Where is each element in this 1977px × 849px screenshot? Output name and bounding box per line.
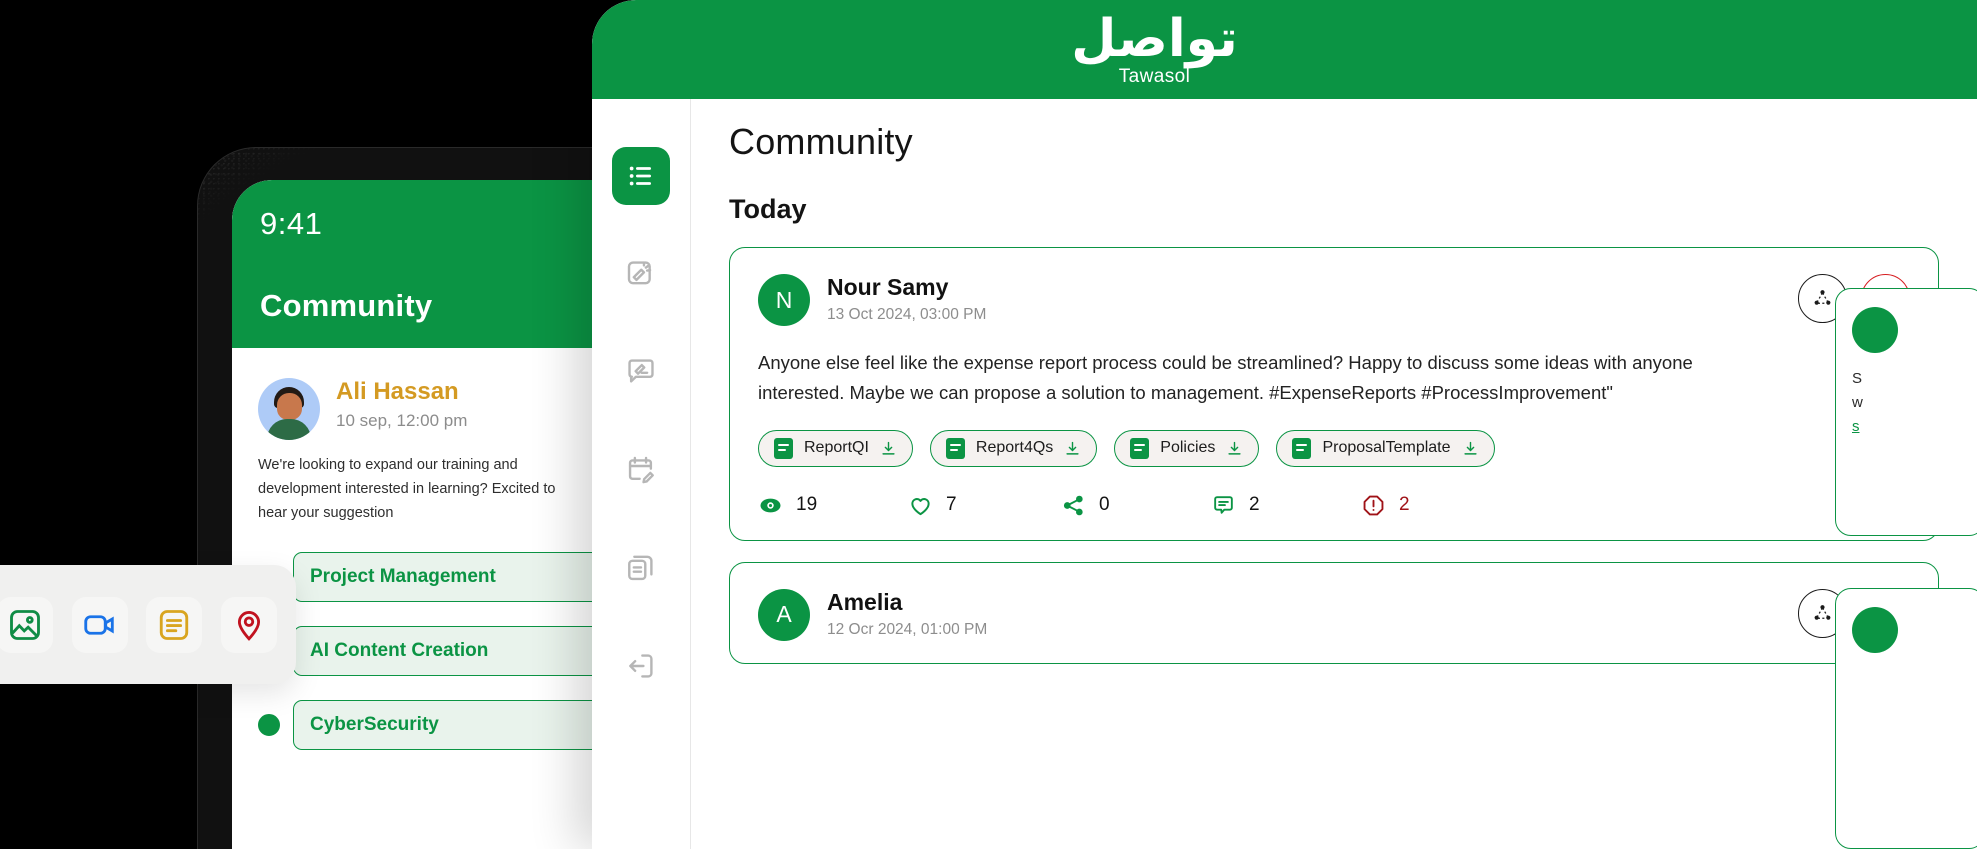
comment-edit-icon: [628, 359, 654, 383]
sidebar-item-announcements[interactable]: [612, 245, 670, 303]
location-pin-icon[interactable]: [221, 596, 278, 653]
share-icon: [1063, 495, 1083, 516]
sidebar-item-logout[interactable]: [612, 637, 670, 695]
screenshot-root: 9:41 Community Ali Hassan 10 sep, 12:00 …: [0, 0, 1977, 849]
calendar-edit-icon: [628, 456, 654, 484]
stat-value: 19: [796, 494, 818, 516]
attachment-label: ProposalTemplate: [1322, 439, 1451, 457]
brand-latin-name: Tawasol: [1118, 66, 1191, 87]
eye-icon: [760, 498, 781, 513]
brand-logo: تواصل Tawasol: [1071, 13, 1238, 86]
post-timestamp: 13 Oct 2024, 03:00 PM: [827, 306, 987, 324]
radio-button-selected[interactable]: [258, 713, 280, 736]
desktop-app-window: تواصل Tawasol Community Today N Nour Sam…: [592, 0, 1977, 849]
peek-card: S w s: [1835, 288, 1977, 536]
attachment-chip[interactable]: Policies: [1114, 429, 1260, 467]
stat-value: 7: [946, 494, 957, 516]
image-icon[interactable]: [0, 596, 53, 653]
peek-line-1: S: [1852, 370, 1863, 387]
avatar: [1852, 307, 1898, 353]
sidebar-item-documents[interactable]: [612, 539, 670, 597]
peek-line-2: w: [1852, 394, 1863, 411]
attachment-chip[interactable]: ProposalTemplate: [1276, 429, 1495, 467]
stat-comments[interactable]: 2: [1211, 493, 1361, 518]
phone-post-author: Ali Hassan: [336, 378, 459, 405]
attachment-chip[interactable]: ReportQI: [758, 429, 913, 467]
sidebar-item-feed[interactable]: [612, 147, 670, 205]
app-header: تواصل Tawasol: [592, 0, 1977, 99]
post-body-text: Anyone else feel like the expense report…: [758, 352, 1693, 403]
stat-shares[interactable]: 0: [1061, 493, 1211, 518]
stat-reports[interactable]: 2: [1361, 493, 1410, 518]
video-camera-icon[interactable]: [71, 596, 128, 653]
post-header: N Nour Samy 13 Oct 2024, 03:00 PM: [758, 274, 1910, 326]
document-icon: [1130, 437, 1150, 459]
document-icon: [1292, 437, 1312, 459]
avatar: A: [758, 588, 810, 641]
media-attachment-toolbar[interactable]: [0, 565, 296, 684]
post-author: Amelia: [827, 588, 903, 615]
peek-card: [1835, 588, 1977, 849]
download-icon[interactable]: [1462, 440, 1479, 457]
brand-arabic-wordmark: تواصل: [1071, 9, 1238, 69]
section-heading-today: Today: [729, 194, 807, 224]
stat-likes[interactable]: 7: [908, 493, 1061, 518]
post-author: Nour Samy: [827, 274, 949, 300]
post-stats: 19 7 0 2 2: [758, 493, 1910, 518]
document-icon: [945, 437, 965, 459]
download-icon[interactable]: [1226, 440, 1243, 457]
post-header: A Amelia 12 Ocr 2024, 01:00 PM: [758, 588, 1910, 641]
stat-value: 2: [1249, 494, 1260, 516]
announcement-card-icon: [627, 261, 652, 285]
post-attachments: ReportQI Report4Qs Policies ProposalTemp…: [758, 429, 1910, 467]
stat-value: 2: [1399, 494, 1410, 516]
main-content: Community Today N Nour Samy 13 Oct 2024,…: [691, 99, 1977, 849]
peek-card-text: S w s: [1852, 367, 1968, 439]
documents-icon: [628, 555, 653, 581]
comment-icon: [1214, 496, 1233, 514]
report-alert-icon: [1363, 495, 1384, 516]
post-timestamp: 12 Ocr 2024, 01:00 PM: [827, 621, 988, 639]
stat-value: 0: [1099, 494, 1110, 516]
page-title: Community: [729, 121, 913, 162]
attachment-chip[interactable]: Report4Qs: [929, 429, 1098, 467]
phone-post-text: We're looking to expand our training and…: [258, 457, 556, 521]
document-icon: [774, 437, 793, 459]
avatar: [1852, 607, 1898, 653]
attachment-label: ReportQI: [804, 439, 869, 457]
download-icon[interactable]: [1064, 440, 1081, 457]
sidebar-item-calendar[interactable]: [612, 441, 670, 499]
attachment-label: Report4Qs: [975, 439, 1054, 457]
post-card: N Nour Samy 13 Oct 2024, 03:00 PM Anyone…: [729, 247, 1939, 541]
heart-icon: [911, 498, 930, 516]
post-card: A Amelia 12 Ocr 2024, 01:00 PM: [729, 561, 1939, 664]
avatar: N: [758, 274, 810, 326]
phone-post-date: 10 sep, 12:00 pm: [336, 410, 468, 430]
stat-views[interactable]: 19: [758, 493, 908, 518]
avatar: [258, 378, 320, 440]
logout-icon: [629, 654, 653, 678]
attachment-label: Policies: [1160, 439, 1216, 457]
sidebar-item-comments[interactable]: [612, 343, 670, 401]
feed-list-icon: [629, 166, 651, 186]
download-icon[interactable]: [880, 440, 897, 457]
peek-link[interactable]: s: [1852, 418, 1860, 435]
app-body: Community Today N Nour Samy 13 Oct 2024,…: [592, 99, 1977, 849]
sidebar-rail: [592, 99, 691, 849]
document-icon[interactable]: [146, 596, 203, 653]
